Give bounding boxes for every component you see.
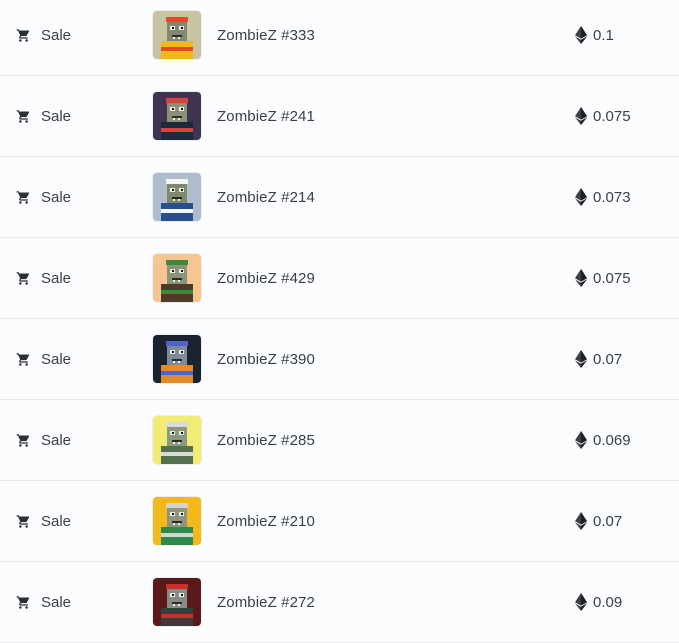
nft-thumbnail[interactable]	[153, 335, 201, 383]
nft-thumbnail[interactable]	[153, 173, 201, 221]
price-value: 0.075	[593, 107, 631, 125]
ethereum-icon	[575, 431, 587, 449]
price-value: 0.09	[593, 593, 623, 611]
zombie-avatar-image	[153, 416, 201, 464]
ethereum-icon	[575, 188, 587, 206]
price-value: 0.1	[593, 26, 614, 44]
cart-icon	[16, 271, 30, 285]
zombie-avatar-image	[153, 335, 201, 383]
nft-thumbnail[interactable]	[153, 416, 201, 464]
price: 0.07	[575, 481, 622, 561]
nft-thumbnail[interactable]	[153, 92, 201, 140]
event-type: Sale	[16, 238, 71, 318]
price-value: 0.07	[593, 512, 623, 530]
zombie-avatar-image	[153, 173, 201, 221]
ethereum-icon	[575, 269, 587, 287]
price: 0.069	[575, 400, 631, 480]
price-value: 0.069	[593, 431, 631, 449]
event-type: Sale	[16, 481, 71, 561]
event-type: Sale	[16, 0, 71, 75]
activity-row[interactable]: Sale ZombieZ #333 0.1	[0, 0, 679, 76]
event-label: Sale	[41, 269, 72, 287]
zombie-avatar-image	[153, 92, 201, 140]
cart-icon	[16, 514, 30, 528]
nft-name[interactable]: ZombieZ #285	[217, 400, 315, 480]
activity-row[interactable]: Sale ZombieZ #272 0.09	[0, 562, 679, 643]
activity-row[interactable]: Sale ZombieZ #214 0.073	[0, 157, 679, 238]
price: 0.09	[575, 562, 622, 642]
zombie-avatar-image	[153, 578, 201, 626]
nft-thumbnail[interactable]	[153, 254, 201, 302]
activity-row[interactable]: Sale ZombieZ #210 0.07	[0, 481, 679, 562]
ethereum-icon	[575, 593, 587, 611]
ethereum-icon	[575, 512, 587, 530]
event-type: Sale	[16, 400, 71, 480]
cart-icon	[16, 109, 30, 123]
activity-row[interactable]: Sale ZombieZ #390 0.07	[0, 319, 679, 400]
event-type: Sale	[16, 562, 71, 642]
price: 0.075	[575, 238, 631, 318]
nft-name[interactable]: ZombieZ #429	[217, 238, 315, 318]
price-value: 0.07	[593, 350, 623, 368]
ethereum-icon	[575, 26, 587, 44]
activity-row[interactable]: Sale ZombieZ #429 0.075	[0, 238, 679, 319]
event-label: Sale	[41, 26, 72, 44]
nft-name[interactable]: ZombieZ #272	[217, 562, 315, 642]
event-type: Sale	[16, 76, 71, 156]
price-value: 0.073	[593, 188, 631, 206]
zombie-avatar-image	[153, 497, 201, 545]
cart-icon	[16, 352, 30, 366]
nft-thumbnail[interactable]	[153, 11, 201, 59]
price: 0.073	[575, 157, 631, 237]
ethereum-icon	[575, 107, 587, 125]
nft-thumbnail[interactable]	[153, 497, 201, 545]
price: 0.075	[575, 76, 631, 156]
event-label: Sale	[41, 188, 72, 206]
cart-icon	[16, 28, 30, 42]
price: 0.07	[575, 319, 622, 399]
nft-name[interactable]: ZombieZ #241	[217, 76, 315, 156]
cart-icon	[16, 190, 30, 204]
price-value: 0.075	[593, 269, 631, 287]
zombie-avatar-image	[153, 254, 201, 302]
event-label: Sale	[41, 431, 72, 449]
zombie-avatar-image	[153, 11, 201, 59]
event-label: Sale	[41, 593, 72, 611]
activity-list: Sale ZombieZ #333 0.1 Sale ZombieZ #241 …	[0, 0, 679, 643]
activity-row[interactable]: Sale ZombieZ #241 0.075	[0, 76, 679, 157]
price: 0.1	[575, 0, 614, 75]
activity-row[interactable]: Sale ZombieZ #285 0.069	[0, 400, 679, 481]
event-label: Sale	[41, 350, 72, 368]
nft-name[interactable]: ZombieZ #390	[217, 319, 315, 399]
event-label: Sale	[41, 512, 72, 530]
nft-thumbnail[interactable]	[153, 578, 201, 626]
cart-icon	[16, 433, 30, 447]
nft-name[interactable]: ZombieZ #214	[217, 157, 315, 237]
ethereum-icon	[575, 350, 587, 368]
nft-name[interactable]: ZombieZ #210	[217, 481, 315, 561]
event-label: Sale	[41, 107, 72, 125]
event-type: Sale	[16, 157, 71, 237]
cart-icon	[16, 595, 30, 609]
event-type: Sale	[16, 319, 71, 399]
nft-name[interactable]: ZombieZ #333	[217, 0, 315, 75]
